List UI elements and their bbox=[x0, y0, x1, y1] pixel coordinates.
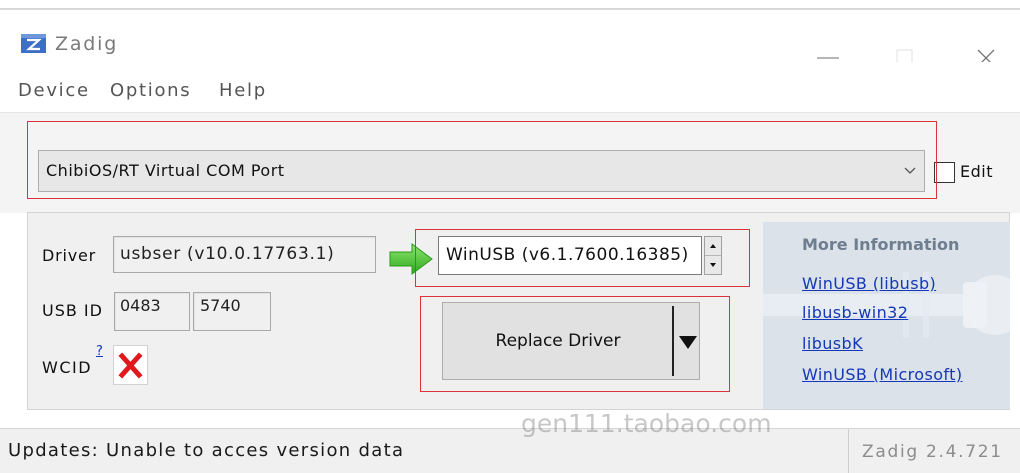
link-libusb-win32[interactable]: libusb-win32 bbox=[802, 302, 908, 324]
minimize-icon bbox=[817, 57, 839, 59]
usb-vid-value: 0483 bbox=[120, 296, 161, 315]
link-winusb-microsoft[interactable]: WinUSB (Microsoft) bbox=[802, 364, 962, 386]
close-button[interactable] bbox=[966, 28, 1006, 62]
highlight-box-replace-button bbox=[420, 296, 730, 392]
usb-pid-field[interactable]: 5740 bbox=[193, 292, 271, 331]
menu-help[interactable]: Help bbox=[219, 78, 267, 104]
current-driver-value: usbser (v10.0.17763.1) bbox=[120, 244, 335, 264]
zadig-app-icon bbox=[21, 34, 46, 53]
link-winusb-libusb[interactable]: WinUSB (libusb) bbox=[802, 273, 936, 295]
more-info-panel: More Information WinUSB (libusb) libusb-… bbox=[763, 222, 1010, 409]
window-top-edge bbox=[0, 8, 1020, 10]
usb-pid-value: 5740 bbox=[200, 296, 241, 315]
edit-checkbox[interactable] bbox=[934, 162, 955, 183]
menu-device[interactable]: Device bbox=[18, 78, 90, 104]
maximize-button[interactable] bbox=[884, 28, 924, 62]
current-driver-field: usbser (v10.0.17763.1) bbox=[113, 236, 376, 273]
more-info-heading: More Information bbox=[802, 235, 960, 254]
edit-checkbox-label[interactable]: Edit bbox=[960, 161, 993, 183]
maximize-icon bbox=[896, 49, 913, 62]
usb-vid-field[interactable]: 0483 bbox=[114, 292, 190, 331]
menu-options[interactable]: Options bbox=[110, 78, 191, 104]
driver-label: Driver bbox=[42, 246, 97, 265]
wcid-label: WCID bbox=[42, 358, 93, 377]
wcid-help-link[interactable]: ? bbox=[96, 344, 103, 360]
highlight-box-device bbox=[27, 121, 937, 199]
status-bar: Updates: Unable to acces version data Za… bbox=[0, 428, 1020, 473]
zadig-window: Zadig Device Options Help ChibiOS/RT Vir… bbox=[0, 0, 1020, 473]
usb-id-label: USB ID bbox=[42, 301, 103, 320]
highlight-box-target-driver bbox=[415, 229, 750, 287]
version-label: Zadig 2.4.721 bbox=[862, 442, 1003, 462]
link-libusbk[interactable]: libusbK bbox=[802, 333, 863, 355]
status-message: Updates: Unable to acces version data bbox=[8, 440, 405, 461]
version-panel: Zadig 2.4.721 bbox=[848, 429, 1020, 473]
minimize-button[interactable] bbox=[808, 28, 848, 62]
title-bar[interactable]: Zadig bbox=[0, 14, 1020, 72]
window-title: Zadig bbox=[55, 33, 119, 55]
close-icon bbox=[977, 49, 995, 62]
red-x-icon bbox=[113, 345, 148, 385]
